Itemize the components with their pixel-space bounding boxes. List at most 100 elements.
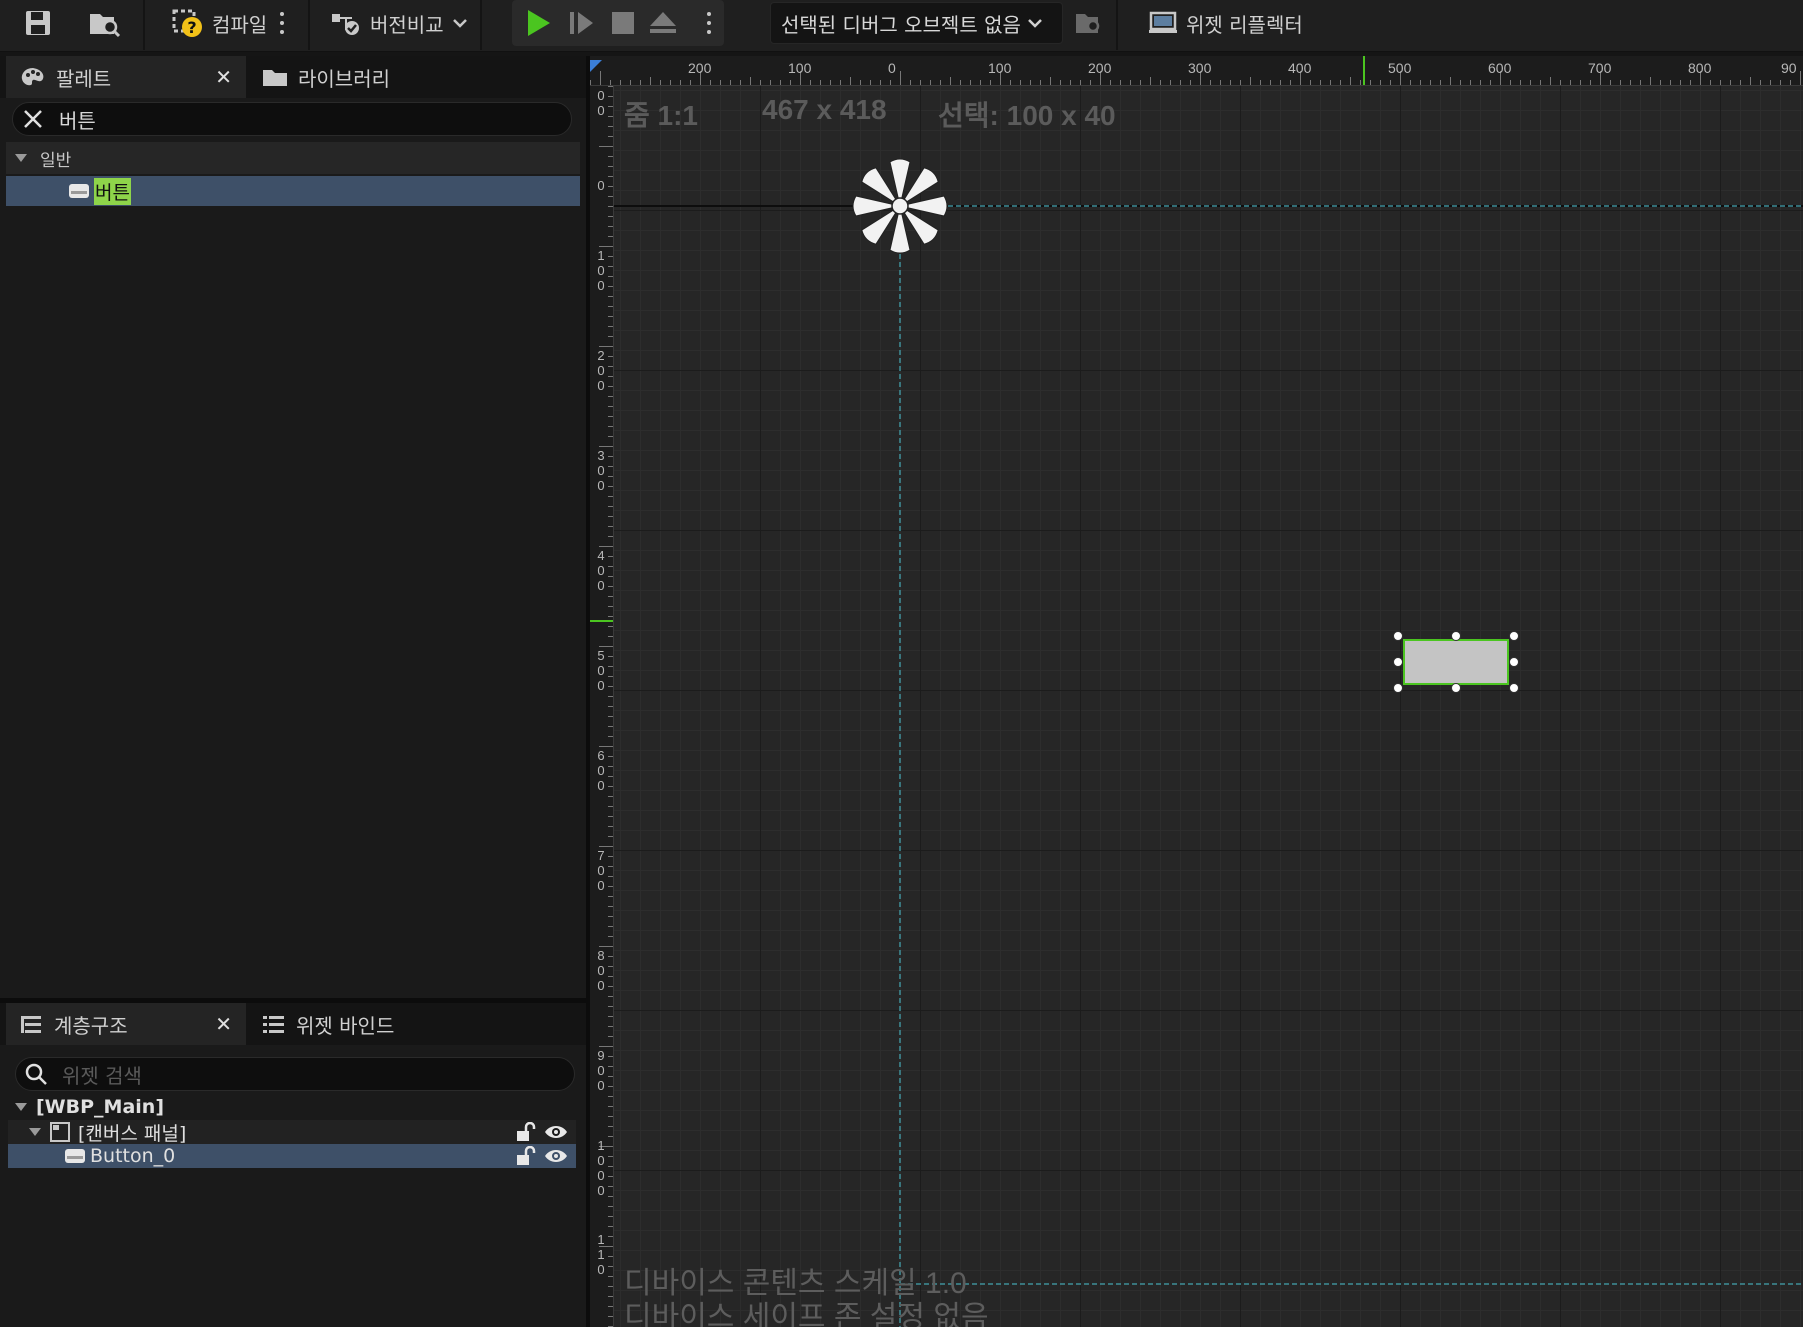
unlock-icon[interactable] bbox=[516, 1146, 536, 1166]
ruler-tick bbox=[850, 77, 851, 85]
tab-palette[interactable]: 팔레트 ✕ bbox=[6, 56, 246, 98]
ruler-tick bbox=[1040, 80, 1041, 85]
ruler-tick bbox=[608, 1116, 613, 1117]
debug-object-dropdown[interactable]: 선택된 디버그 오브젝트 없음 bbox=[770, 2, 1063, 44]
ruler-tick bbox=[608, 126, 613, 127]
play-icon[interactable] bbox=[524, 7, 554, 39]
palette-item-button[interactable]: 버튼 bbox=[6, 176, 580, 206]
folder-search-icon bbox=[90, 14, 121, 38]
ruler-left-label: 1 0 0 bbox=[597, 248, 605, 293]
ruler-left-label: 9 0 0 bbox=[597, 1048, 605, 1093]
ruler-tick bbox=[608, 596, 613, 597]
ruler-tick bbox=[1760, 80, 1761, 85]
hierarchy-search-input[interactable]: 위젯 검색 bbox=[15, 1057, 575, 1091]
selection-handles[interactable] bbox=[1393, 631, 1519, 693]
ruler-top-label: 300 bbox=[1188, 60, 1212, 76]
ruler-tick bbox=[1230, 80, 1231, 85]
monitor-icon bbox=[1149, 11, 1177, 33]
play-options-button[interactable] bbox=[706, 12, 712, 34]
palette-icon bbox=[21, 68, 44, 86]
ruler-tick bbox=[608, 826, 613, 827]
clear-search-icon[interactable] bbox=[21, 107, 45, 131]
ruler-tick bbox=[1380, 80, 1381, 85]
ruler-tick bbox=[1750, 77, 1751, 85]
compile-options-button[interactable] bbox=[279, 12, 285, 34]
ruler-tick bbox=[1520, 80, 1521, 85]
ruler-tick bbox=[840, 80, 841, 85]
tab-library-label: 라이브러리 bbox=[298, 66, 390, 91]
ruler-tick bbox=[608, 706, 613, 707]
ruler-left-label: 1 0 0 0 bbox=[597, 1138, 605, 1198]
tree-root-wbp-main[interactable]: [WBP_Main] bbox=[8, 1095, 576, 1119]
ruler-tick bbox=[599, 146, 613, 147]
step-icon[interactable] bbox=[568, 9, 596, 37]
visibility-eye-icon[interactable] bbox=[544, 1147, 568, 1165]
ruler-tick bbox=[940, 80, 941, 85]
tree-item-button-0[interactable]: Button_0 bbox=[8, 1144, 576, 1168]
close-icon[interactable]: ✕ bbox=[215, 1012, 232, 1036]
ruler-tick bbox=[1530, 80, 1531, 85]
ruler-tick bbox=[1020, 80, 1021, 85]
ruler-left-label: 4 0 0 bbox=[597, 548, 605, 593]
ruler-tick bbox=[1270, 80, 1271, 85]
tree-item-canvas-panel[interactable]: [캔버스 패널] bbox=[8, 1120, 576, 1145]
ruler-tick bbox=[608, 926, 613, 927]
hierarchy-panel: 계층구조 ✕ 위젯 바인드 위젯 검색 [WBP_Main] [캔버스 패널] … bbox=[0, 1003, 586, 1327]
ruler-tick bbox=[1180, 80, 1181, 85]
ruler-top-label: 100 bbox=[788, 60, 812, 76]
widget-reflector-label: 위젯 리플렉터 bbox=[1186, 12, 1303, 37]
ruler-tick bbox=[608, 426, 613, 427]
widget-reflector-button[interactable]: 위젯 리플렉터 bbox=[1142, 0, 1309, 46]
ruler-tick bbox=[1090, 80, 1091, 85]
canvas-panel-icon bbox=[50, 1122, 70, 1142]
category-general[interactable]: 일반 bbox=[6, 142, 580, 174]
ruler-tick bbox=[1110, 80, 1111, 85]
debug-object-label: 선택된 디버그 오브젝트 없음 bbox=[781, 12, 1021, 37]
visibility-eye-icon[interactable] bbox=[544, 1123, 568, 1141]
stop-icon[interactable] bbox=[610, 10, 636, 36]
eject-icon[interactable] bbox=[648, 10, 678, 36]
zoom-readout: 줌 1:1 bbox=[624, 100, 699, 131]
ruler-tick bbox=[710, 80, 711, 85]
palette-search-input[interactable]: 버튼 bbox=[12, 102, 572, 136]
designer-canvas[interactable]: 줌 1:1 467 x 418 선택: 100 x 40 디바이스 콘텐츠 스케… bbox=[590, 56, 1803, 1327]
browse-button[interactable] bbox=[88, 0, 122, 46]
ruler-tick bbox=[1220, 80, 1221, 85]
ruler-tick bbox=[608, 516, 613, 517]
compile-button[interactable]: ? 컴파일 bbox=[166, 0, 273, 46]
ruler-tick bbox=[1790, 80, 1791, 85]
ruler-tick bbox=[1740, 80, 1741, 85]
ruler-tick bbox=[608, 1206, 613, 1207]
ruler-tick bbox=[608, 716, 613, 717]
resolution-readout: 467 x 418 bbox=[762, 94, 887, 125]
ruler-top-label: 200 bbox=[1088, 60, 1112, 76]
ruler-tick bbox=[1120, 80, 1121, 85]
ruler-tick bbox=[690, 80, 691, 85]
ruler-tick bbox=[608, 1036, 613, 1037]
ruler-tick bbox=[1430, 80, 1431, 85]
collapse-arrow-icon bbox=[15, 1103, 27, 1111]
unlock-icon[interactable] bbox=[516, 1122, 536, 1142]
ruler-tick bbox=[750, 77, 751, 85]
find-debug-button[interactable] bbox=[1074, 0, 1102, 46]
ruler-tick bbox=[1390, 80, 1391, 85]
ruler-tick bbox=[599, 746, 613, 747]
ruler-left-label: 3 0 0 bbox=[597, 448, 605, 493]
ruler-tick bbox=[608, 1316, 613, 1317]
ruler-tick bbox=[1060, 80, 1061, 85]
tree-root-label: [WBP_Main] bbox=[36, 1096, 164, 1118]
ruler-tick bbox=[1550, 77, 1551, 85]
search-icon bbox=[25, 1063, 47, 1085]
anchor-flower-icon[interactable] bbox=[852, 158, 948, 254]
ruler-tick bbox=[1480, 80, 1481, 85]
ruler-top-label: 200 bbox=[688, 60, 712, 76]
tab-widget-binds[interactable]: 위젯 바인드 bbox=[248, 1003, 488, 1045]
ruler-tick bbox=[1190, 80, 1191, 85]
ruler-tick bbox=[608, 136, 613, 137]
diff-button[interactable]: 버전비교 bbox=[324, 0, 474, 46]
save-button[interactable] bbox=[24, 0, 52, 46]
close-icon[interactable]: ✕ bbox=[215, 65, 232, 89]
tab-hierarchy[interactable]: 계층구조 ✕ bbox=[6, 1003, 246, 1045]
tab-library[interactable]: 라이브러리 bbox=[248, 56, 488, 98]
ruler-tick bbox=[608, 906, 613, 907]
